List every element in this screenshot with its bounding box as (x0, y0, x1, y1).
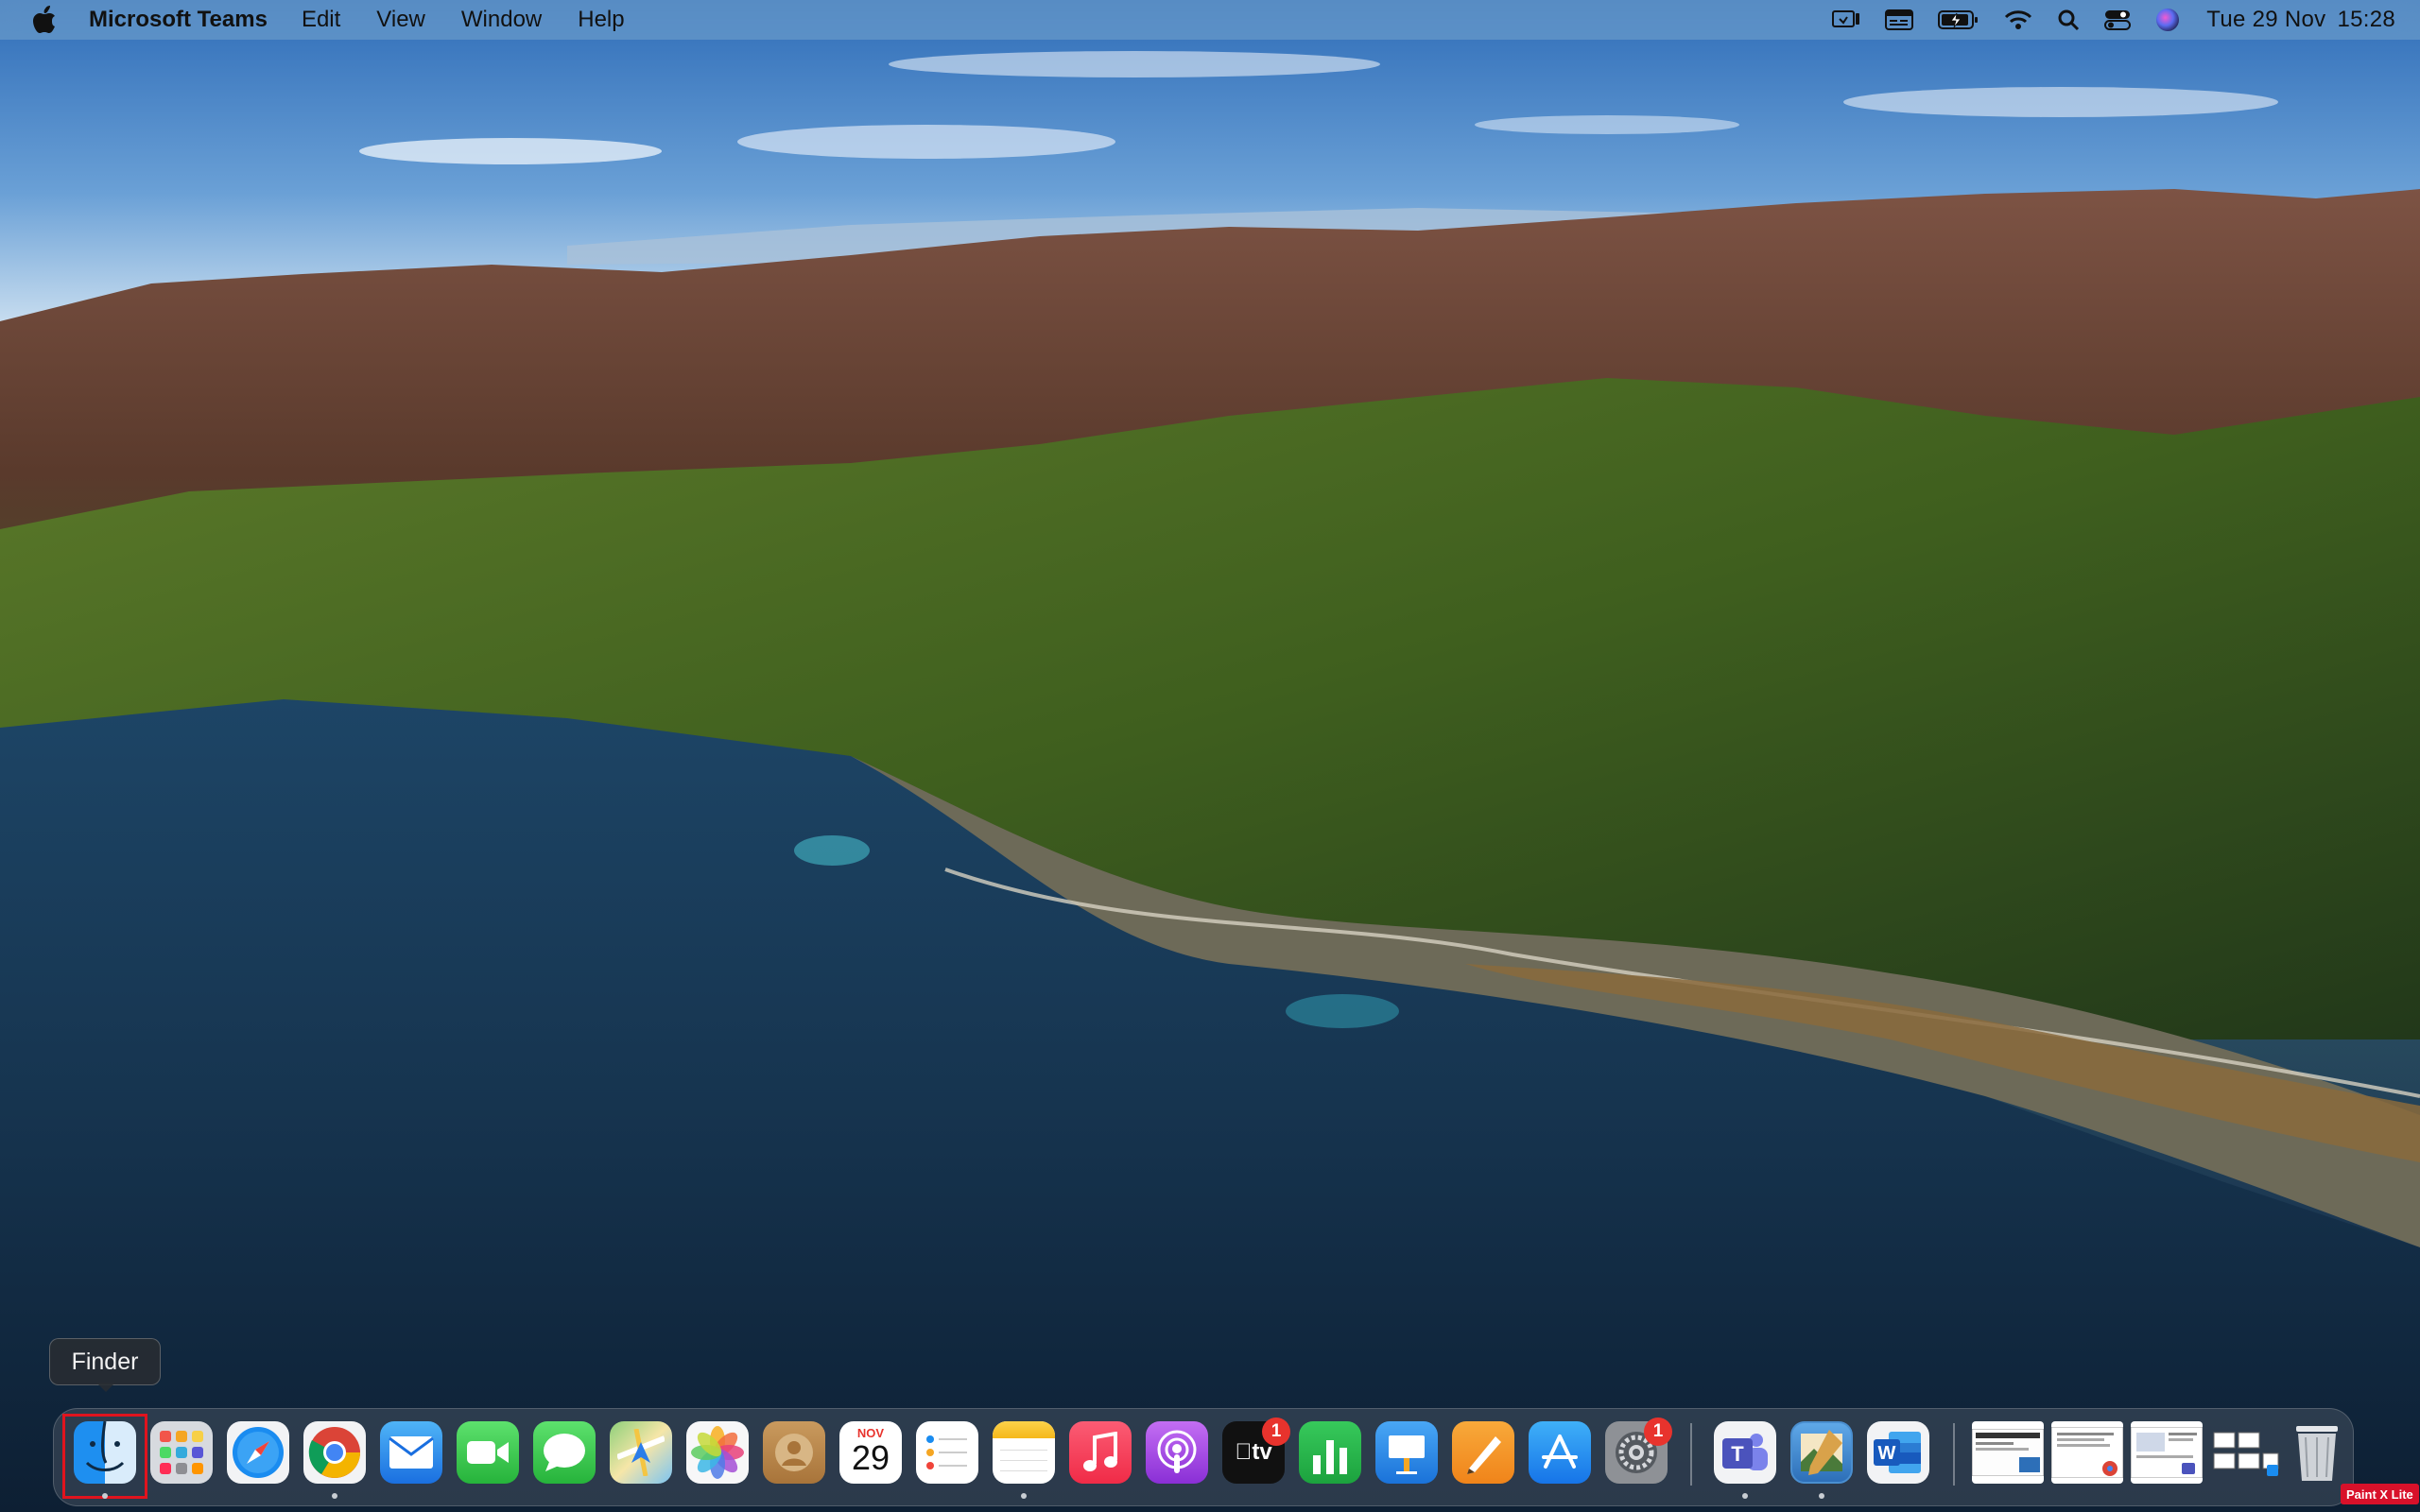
trash-icon[interactable] (2286, 1421, 2348, 1484)
wifi-icon[interactable] (2004, 0, 2032, 40)
safari-icon[interactable] (227, 1421, 289, 1484)
battery-charging-icon[interactable] (1938, 0, 1979, 40)
running-indicator (1021, 1493, 1027, 1499)
facetime-icon[interactable] (457, 1421, 519, 1484)
menu-bar-clock[interactable]: Tue 29 Nov 15:28 (2206, 7, 2395, 33)
dock-tooltip: Finder (49, 1338, 161, 1385)
menu-edit[interactable]: Edit (302, 7, 340, 33)
recent-window-thumbnail-icon[interactable] (1972, 1421, 2044, 1484)
launchpad-icon[interactable] (150, 1421, 213, 1484)
reminders-icon[interactable] (916, 1421, 978, 1484)
apple-logo-icon[interactable] (32, 4, 60, 36)
running-indicator (1742, 1493, 1748, 1499)
menu-view[interactable]: View (376, 7, 425, 33)
chrome-icon[interactable] (303, 1421, 366, 1484)
menu-app-name[interactable]: Microsoft Teams (89, 7, 268, 33)
siri-icon[interactable] (2155, 0, 2180, 40)
word-icon[interactable]: W (1867, 1421, 1929, 1484)
running-indicator (102, 1493, 108, 1499)
input-source-icon[interactable] (1885, 0, 1914, 40)
recent-chrome-document-icon[interactable] (2051, 1421, 2123, 1484)
menu-help[interactable]: Help (578, 7, 624, 33)
menu-bar: Microsoft Teams Edit View Window Help Tu… (0, 0, 2420, 40)
keynote-icon[interactable] (1375, 1421, 1438, 1484)
mail-icon[interactable] (380, 1421, 442, 1484)
notes-icon[interactable] (993, 1421, 1055, 1484)
wallpaper-big-sur (0, 0, 2420, 1512)
app-store-icon[interactable] (1529, 1421, 1591, 1484)
notification-badge: 1 (1262, 1418, 1290, 1446)
notification-badge: 1 (1644, 1418, 1672, 1446)
finder-highlight-box (62, 1414, 147, 1499)
spotlight-search-icon[interactable] (2057, 0, 2080, 40)
clock-date: Tue 29 Nov (2206, 7, 2326, 32)
running-indicator (332, 1493, 337, 1499)
podcasts-icon[interactable] (1146, 1421, 1208, 1484)
music-icon[interactable] (1069, 1421, 1132, 1484)
running-indicator (1819, 1493, 1824, 1499)
photos-icon[interactable] (686, 1421, 749, 1484)
menu-window[interactable]: Window (461, 7, 542, 33)
control-center-icon[interactable] (2104, 0, 2132, 40)
calendar-icon[interactable]: NOV 29 (839, 1421, 902, 1484)
dock-separator (1953, 1423, 1955, 1486)
preview-icon[interactable] (1790, 1421, 1853, 1484)
recent-screenshot-folder-icon[interactable] (2210, 1421, 2282, 1484)
clock-time: 15:28 (2337, 7, 2395, 32)
contacts-icon[interactable] (763, 1421, 825, 1484)
teams-letter: T (1731, 1442, 1744, 1466)
desktop (0, 0, 2420, 1512)
screen-mirroring-icon[interactable] (1832, 0, 1860, 40)
tooltip-arrow (96, 1383, 115, 1392)
recent-teams-document-icon[interactable] (2131, 1421, 2203, 1484)
paint-x-lite-watermark: Paint X Lite (2341, 1484, 2419, 1504)
numbers-icon[interactable] (1299, 1421, 1361, 1484)
calendar-day: 29 (851, 1438, 890, 1477)
maps-icon[interactable] (610, 1421, 672, 1484)
teams-icon[interactable]: T (1714, 1421, 1776, 1484)
messages-icon[interactable] (533, 1421, 596, 1484)
word-letter: W (1878, 1443, 1896, 1464)
tv-label: tv (1235, 1439, 1271, 1466)
pages-icon[interactable] (1452, 1421, 1514, 1484)
dock-separator (1690, 1423, 1692, 1486)
